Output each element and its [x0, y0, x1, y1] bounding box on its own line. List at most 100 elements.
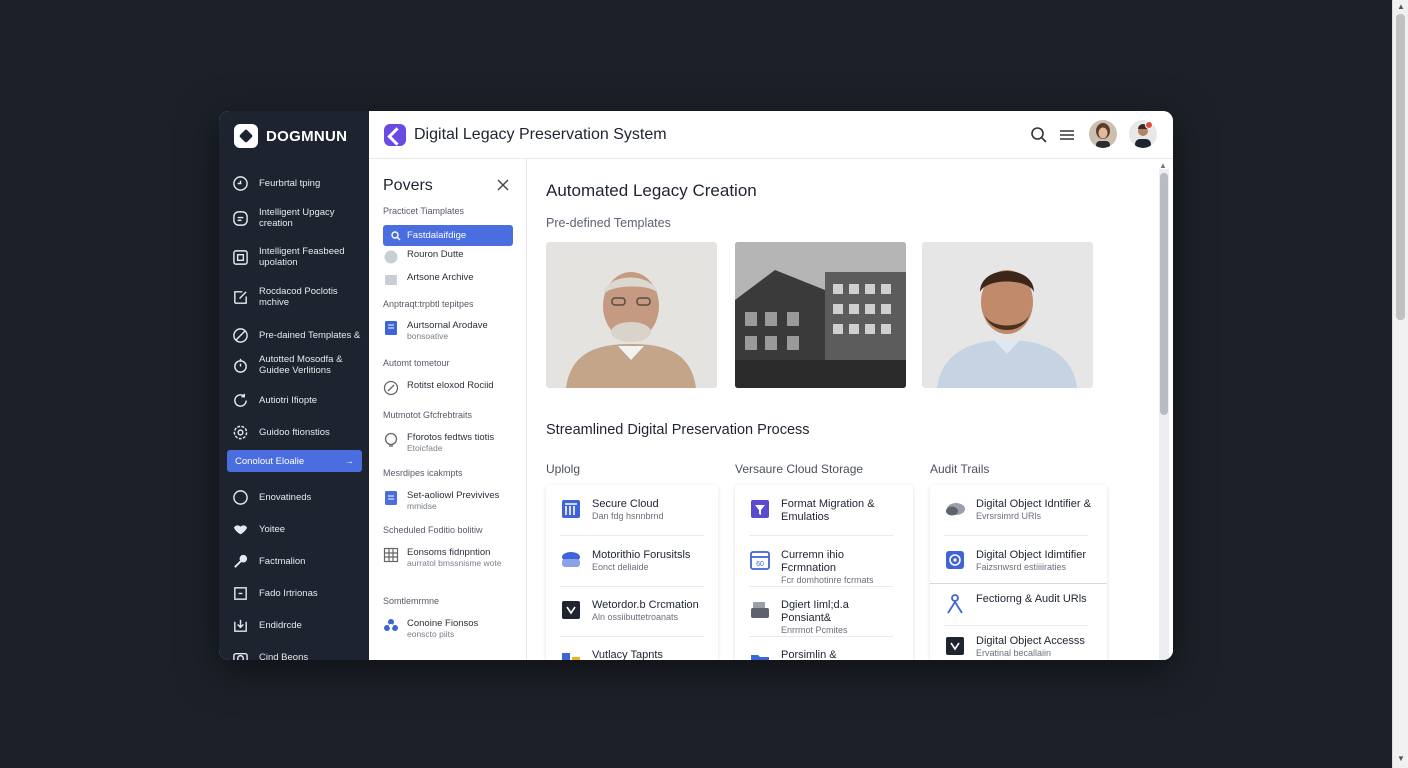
close-icon[interactable] [495, 177, 511, 193]
cloud-storage-icon [946, 503, 965, 516]
circle-icon [231, 488, 249, 506]
top-header: Digital Legacy Preservation System [369, 111, 1173, 159]
sidebar-item-label: Conolout Eloalie [235, 455, 305, 467]
template-card-man[interactable] [922, 242, 1093, 388]
app-logo-icon [384, 124, 406, 146]
clock-icon [231, 174, 249, 192]
panel-section-label: Practicet Tiamplates [383, 206, 465, 216]
process-card: Format Migration & Emulatios 60 Curremn … [735, 485, 913, 660]
sidebar-item-label: Feurbrtal tping [259, 177, 321, 189]
flower-icon [384, 619, 398, 631]
page-title: Digital Legacy Preservation System [414, 126, 667, 143]
panel-item[interactable]: Artsone Archive [383, 272, 517, 288]
process-row[interactable]: Fectiorng & Audit URls [944, 593, 1104, 615]
sidebar-item-active[interactable]: Conolout Eloalie → [227, 450, 362, 472]
process-row[interactable]: Dgiert Iiml;d.a Ponsiant& Enrrmot Pcmites [749, 599, 893, 636]
main-scrollbar[interactable]: ▲ [1159, 161, 1169, 660]
sidebar-item-label: Yoitee [259, 523, 286, 535]
row-sub: Aln ossiibuttetroanats [592, 612, 679, 622]
award-icon [946, 637, 964, 655]
sidebar-item-8[interactable]: Enovatineds [231, 488, 363, 506]
divider [944, 625, 1088, 626]
panel-item-sub: eonscto piits [407, 629, 455, 639]
app-window: DOGMNUN Feurbrtal tping Intelligent Upga… [219, 111, 1173, 660]
panel-search-item[interactable]: Fastdalaifdige [383, 225, 513, 246]
row-sub: Evrsrsimrd URls [976, 511, 1041, 521]
template-card-building[interactable] [735, 242, 906, 388]
camera-icon [231, 648, 249, 660]
process-row[interactable]: Wetordor.b Crcmation Aln ossiibuttetroana… [560, 599, 704, 623]
panel-item[interactable]: Rotitst eloxod Rociid [383, 380, 517, 396]
process-title: Streamlined Digital Preservation Process [546, 422, 810, 438]
row-sub: Ervatinal becallaiin [976, 648, 1052, 658]
sidebar-item-10[interactable]: Factmalion [231, 552, 363, 570]
page-scrollbar[interactable]: ▲ ▼ [1392, 0, 1408, 768]
sidebar-item-1[interactable]: Intelligent Upgacy creation [231, 207, 363, 229]
sidebar-item-13[interactable]: Cind Beons [231, 648, 363, 660]
printer-icon [751, 602, 769, 618]
sidebar-item-0[interactable]: Feurbrtal tping [231, 174, 363, 192]
panel-item-sub: aurratol bmssnisme wote [407, 558, 502, 568]
scroll-up-icon[interactable]: ▲ [1159, 161, 1167, 170]
sidebar-item-4[interactable]: Pre-dained Templates & [231, 326, 363, 344]
row-sub: Enrrmot Pcmites [781, 625, 848, 635]
brand-logo-icon [234, 124, 258, 148]
row-sub: Fcr domhotinre fcrmats [781, 575, 874, 585]
brand[interactable]: DOGMNUN [234, 124, 347, 148]
divider [749, 636, 893, 637]
lightbulb-icon [384, 432, 398, 447]
sidebar-item-3[interactable]: Rocdacod Poclotis mchive [231, 286, 363, 308]
process-row[interactable]: Digital Object Idimtifier Faizsnwsrd esti… [944, 549, 1104, 573]
sidebar-item-6[interactable]: Autiotri Ifiopte [231, 391, 363, 409]
panel-item[interactable]: Aurtsornal Arodave bonsoative [383, 320, 517, 341]
panel-item[interactable]: Rouron Dutte [383, 249, 517, 265]
process-row[interactable]: Secure Cloud Dan fdg hsnnbrnd [560, 498, 704, 522]
panel-item-title: Artsone Archive [407, 272, 474, 283]
sidebar-item-label: Guidoo ftionstios [259, 426, 330, 438]
scroll-down-icon[interactable]: ▼ [1397, 754, 1405, 763]
search-icon [391, 230, 401, 240]
edit-icon [231, 288, 249, 306]
sidebar-item-label: Intelligent Feasbeed upolation [259, 246, 345, 268]
avatar[interactable] [1089, 120, 1117, 148]
panel-item[interactable]: Eonsoms fidnpntion aurratol bmssnisme wot… [383, 547, 517, 568]
scroll-up-icon[interactable]: ▲ [1397, 2, 1405, 11]
sidebar-item-9[interactable]: Yoitee [231, 520, 363, 538]
row-title: Motorithio Forusitsls [592, 549, 691, 561]
process-card: Digital Object Idntifier & Evrsrsimrd URl… [930, 485, 1107, 660]
template-card-elderly-man[interactable] [546, 242, 717, 388]
process-row[interactable]: Digital Object Accesss Ervatinal becallai… [944, 635, 1104, 659]
panel-title: Povers [383, 177, 433, 194]
process-row[interactable]: Porsimlin & Mflansitiom [749, 649, 893, 660]
panel-section-label: Automt tometour [383, 358, 450, 368]
menu-icon[interactable] [1057, 125, 1077, 145]
panel-item[interactable]: Conoine Fionsos eonscto piits [383, 618, 517, 639]
sidebar-item-5[interactable]: Autotted Mosodfa & Guidee Verlitions [231, 354, 363, 376]
sidebar-item-12[interactable]: Endidrcde [231, 616, 363, 634]
sidebar-item-7[interactable]: Guidoo ftionstios [231, 423, 363, 441]
process-row[interactable]: Digital Object Idntifier & Evrsrsimrd URl… [944, 498, 1104, 522]
process-row[interactable]: Vutlacy Tapnts [560, 649, 704, 660]
globe-icon [384, 250, 398, 264]
process-row[interactable]: Motorithio Forusitsls Eonct deliaide [560, 549, 704, 573]
main-scroll-thumb[interactable] [1160, 173, 1168, 415]
settings-icon [231, 423, 249, 441]
search-icon[interactable] [1029, 125, 1049, 145]
panel-item-sub: Etoicfade [407, 443, 443, 453]
row-title: Porsimlin & Mflansitiom [781, 649, 837, 660]
user-icon [947, 594, 963, 614]
page-scroll-thumb[interactable] [1396, 14, 1405, 320]
award-icon [562, 601, 580, 619]
process-row[interactable]: Format Migration & Emulatios [749, 498, 893, 524]
handshake-icon [231, 520, 249, 538]
panel-item-title: Rouron Dutte [407, 249, 464, 260]
process-row[interactable]: 60 Curremn ihio Fcrmnation Fcr domhotinre… [749, 549, 893, 586]
panel-item-title: Set-aoliowl Previvives [407, 490, 500, 501]
panel-item[interactable]: Set-aoliowl Previvives mmidse [383, 490, 517, 511]
sidebar-item-11[interactable]: Fado Irtrionas [231, 584, 363, 602]
sidebar-item-label: Autotted Mosodfa & Guidee Verlitions [259, 354, 343, 376]
notification-badge [1145, 121, 1153, 129]
panel-item[interactable]: Fforotos fedtws tiotis Etoicfade [383, 432, 517, 453]
templates-label: Pre-defined Templates [546, 216, 671, 230]
sidebar-item-2[interactable]: Intelligent Feasbeed upolation [231, 246, 363, 268]
